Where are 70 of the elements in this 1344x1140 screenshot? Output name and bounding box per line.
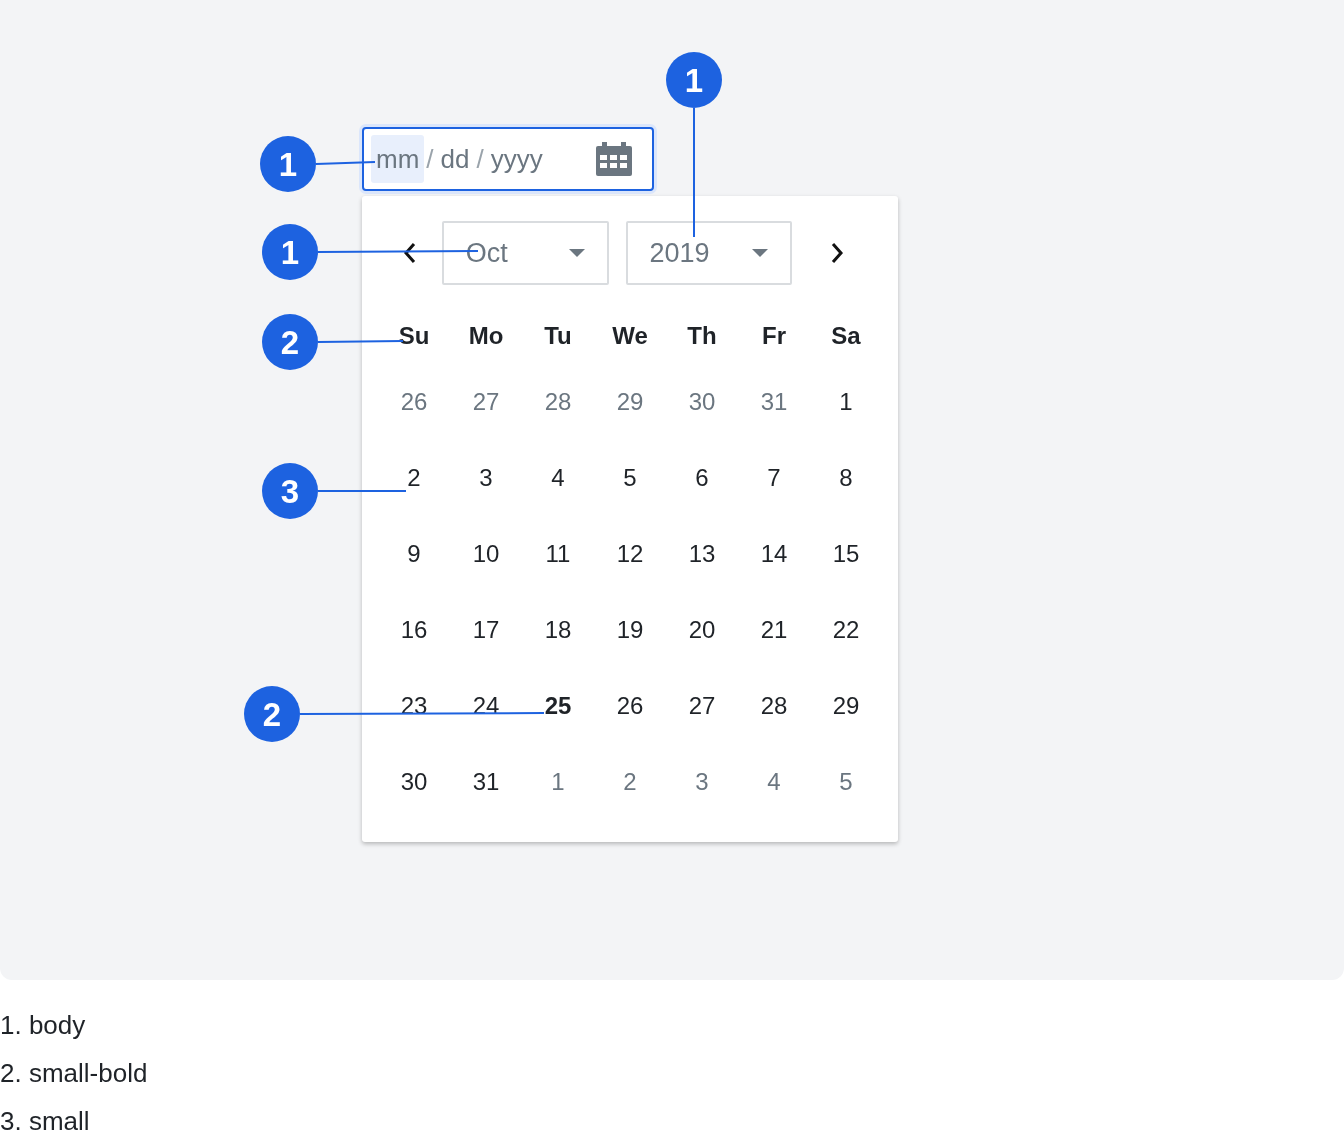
day-number[interactable]: 26 bbox=[400, 384, 428, 420]
day-number[interactable]: 27 bbox=[688, 688, 716, 724]
day-number[interactable]: 21 bbox=[760, 612, 788, 648]
day-number[interactable]: 1 bbox=[551, 764, 565, 800]
day-number[interactable]: 6 bbox=[695, 460, 709, 496]
weekday-label: Tu bbox=[543, 321, 573, 351]
month-select[interactable]: Oct bbox=[441, 221, 609, 285]
year-label: 2019 bbox=[649, 236, 710, 270]
day-number[interactable]: 30 bbox=[688, 384, 716, 420]
day-number[interactable]: 3 bbox=[695, 764, 709, 800]
weekday-label: We bbox=[611, 321, 649, 351]
day-number[interactable]: 3 bbox=[479, 460, 493, 496]
day-number[interactable]: 30 bbox=[400, 764, 428, 800]
day-number[interactable]: 2 bbox=[407, 460, 421, 496]
dropdown-caret-icon bbox=[568, 249, 585, 257]
weekday-label: Sa bbox=[830, 321, 862, 351]
day-number[interactable]: 5 bbox=[839, 764, 853, 800]
day-number[interactable]: 2 bbox=[623, 764, 637, 800]
day-number[interactable]: 17 bbox=[472, 612, 500, 648]
separator: / bbox=[476, 142, 484, 176]
dropdown-caret-icon bbox=[752, 249, 769, 257]
day-number[interactable]: 25 bbox=[544, 688, 572, 724]
day-number[interactable]: 1 bbox=[839, 384, 853, 420]
day-number[interactable]: 31 bbox=[760, 384, 788, 420]
day-number[interactable]: 4 bbox=[767, 764, 781, 800]
day-number[interactable]: 12 bbox=[616, 536, 644, 572]
day-number[interactable]: 5 bbox=[623, 460, 637, 496]
chevron-right-icon[interactable] bbox=[829, 242, 846, 264]
weekday-label: Th bbox=[686, 321, 718, 351]
legend-item: 2. small-bold bbox=[0, 1057, 149, 1090]
annotation-marker: 1 bbox=[262, 224, 318, 280]
day-number[interactable]: 8 bbox=[839, 460, 853, 496]
day-number[interactable]: 27 bbox=[472, 384, 500, 420]
day-number[interactable]: 9 bbox=[407, 536, 421, 572]
day-number[interactable]: 31 bbox=[472, 764, 500, 800]
day-number[interactable]: 11 bbox=[545, 536, 571, 572]
date-segment[interactable]: mm bbox=[371, 135, 425, 183]
day-number[interactable]: 10 bbox=[472, 536, 500, 572]
day-number[interactable]: 13 bbox=[688, 536, 716, 572]
day-number[interactable]: 7 bbox=[767, 460, 781, 496]
annotation-marker: 2 bbox=[244, 686, 300, 742]
legend-item: 3. small bbox=[0, 1105, 91, 1138]
date-input-field[interactable]: mm / dd / yyyy bbox=[362, 127, 654, 191]
leader-line bbox=[315, 161, 376, 165]
day-number[interactable]: 28 bbox=[760, 688, 788, 724]
day-number[interactable]: 26 bbox=[616, 688, 644, 724]
calendar-icon[interactable] bbox=[596, 142, 632, 176]
annotation-marker: 1 bbox=[260, 136, 316, 192]
day-number[interactable]: 28 bbox=[544, 384, 572, 420]
weekday-label: Mo bbox=[467, 321, 505, 351]
annotation-marker: 2 bbox=[262, 314, 318, 370]
annotation-marker: 1 bbox=[666, 52, 722, 108]
month-label: Oct bbox=[465, 236, 508, 270]
day-number[interactable]: 29 bbox=[832, 688, 860, 724]
chevron-left-icon[interactable] bbox=[401, 242, 418, 264]
annotation-marker: 3 bbox=[262, 463, 318, 519]
separator: / bbox=[426, 142, 434, 176]
day-number[interactable]: 15 bbox=[832, 536, 860, 572]
legend-item: 1. body bbox=[0, 1009, 87, 1042]
day-number[interactable]: 22 bbox=[832, 612, 860, 648]
day-number[interactable]: 14 bbox=[760, 536, 788, 572]
day-number[interactable]: 19 bbox=[616, 612, 644, 648]
day-number[interactable]: 4 bbox=[551, 460, 565, 496]
day-number[interactable]: 20 bbox=[688, 612, 716, 648]
day-number[interactable]: 16 bbox=[400, 612, 428, 648]
year-select[interactable]: 2019 bbox=[625, 221, 793, 285]
day-number[interactable]: 29 bbox=[616, 384, 644, 420]
day-number[interactable]: 18 bbox=[544, 612, 572, 648]
weekday-label: Su bbox=[397, 321, 431, 351]
weekday-label: Fr bbox=[761, 321, 787, 351]
